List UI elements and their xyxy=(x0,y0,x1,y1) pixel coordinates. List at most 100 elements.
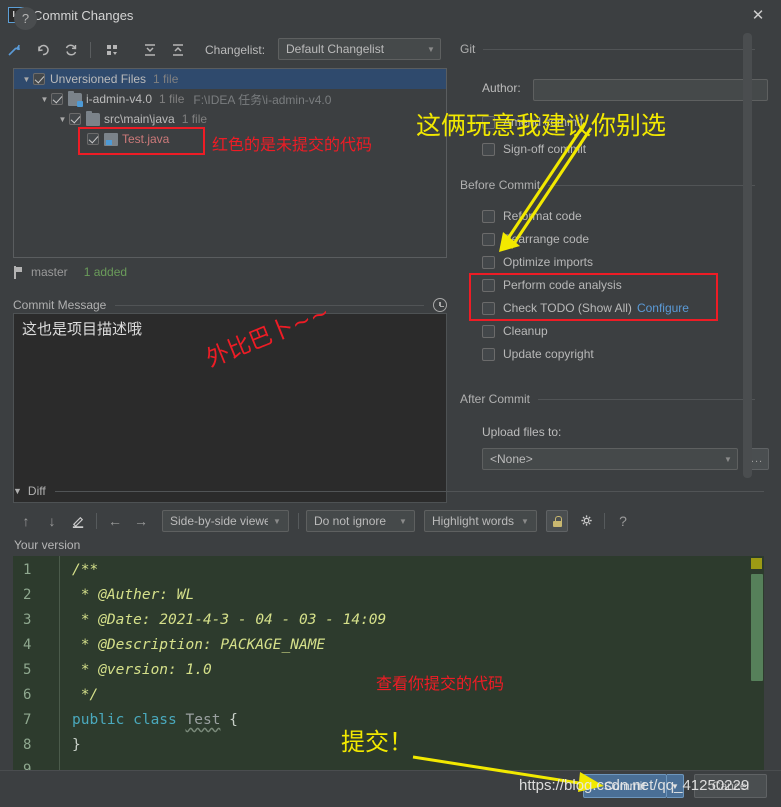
accept-right-icon[interactable]: → xyxy=(128,509,154,533)
commit-arrow-icon[interactable] xyxy=(2,38,28,62)
code-keyword: public class xyxy=(72,712,186,728)
amend-commit-row[interactable]: Amend commit xyxy=(482,113,583,131)
group-by-icon[interactable] xyxy=(99,38,125,62)
sign-off-commit-checkbox[interactable] xyxy=(482,142,495,156)
vcs-status-line: master 1 added xyxy=(13,262,447,282)
expand-all-icon[interactable] xyxy=(137,38,163,62)
line-number: 1 xyxy=(23,562,32,578)
line-number: 9 xyxy=(23,762,32,770)
highlight-mode-dropdown[interactable]: Highlight words ▼ xyxy=(424,510,537,532)
refresh-icon[interactable] xyxy=(58,38,84,62)
commit-message-input[interactable]: 这也是项目描述哦 xyxy=(13,313,447,503)
line-number: 8 xyxy=(23,737,32,753)
code-line: * @Description: PACKAGE_NAME xyxy=(72,633,764,658)
tree-row-checkbox[interactable] xyxy=(51,93,63,105)
tree-row-file-count: 1 file xyxy=(159,92,185,106)
highlight-mode-value: Highlight words xyxy=(432,514,515,528)
commit-options-pane: Git Author: Amend commit Sign-off commit… xyxy=(452,30,781,485)
diff-section-header[interactable]: ▼ Diff xyxy=(13,484,764,498)
before-commit-checkbox[interactable] xyxy=(482,232,495,246)
viewer-mode-dropdown[interactable]: Side-by-side viewer ▼ xyxy=(162,510,289,532)
highlight-box-before-commit-options xyxy=(469,273,718,321)
chevron-down-icon: ▼ xyxy=(13,486,22,496)
before-commit-option-row[interactable]: Optimize imports xyxy=(482,253,593,271)
watermark: https://blog.csdn.net/qq_41250229 xyxy=(519,777,750,794)
changes-tree[interactable]: ▼ Unversioned Files 1 file ▼ i-admin-v4.0 1 f… xyxy=(13,68,447,258)
diff-toolbar: ↑ ↓ ← → Side-by-side viewer ▼ Do not ign… xyxy=(13,508,753,534)
tree-row[interactable]: ▼ src\main\java 1 file xyxy=(14,109,446,129)
code-comment: * @Description: PACKAGE_NAME xyxy=(72,637,326,653)
before-commit-checkbox[interactable] xyxy=(482,324,495,338)
edit-icon[interactable] xyxy=(65,509,91,533)
before-commit-checkbox[interactable] xyxy=(482,209,495,223)
added-count: 1 added xyxy=(83,265,128,279)
gear-icon[interactable] xyxy=(574,509,600,533)
toolbar-separator xyxy=(90,42,91,58)
folder-icon xyxy=(68,90,83,107)
tree-twisty-icon[interactable]: ▼ xyxy=(20,75,33,84)
options-scrollbar[interactable] xyxy=(743,33,752,478)
author-field[interactable] xyxy=(533,79,768,101)
tree-twisty-icon[interactable]: ▼ xyxy=(38,95,51,104)
before-commit-option-label: Optimize imports xyxy=(503,255,594,269)
code-line: * @Date: 2021-4-3 - 04 - 03 - 14:09 xyxy=(72,608,764,633)
chevron-down-icon: ▼ xyxy=(427,44,435,54)
changelist-dropdown[interactable]: Default Changelist ▼ xyxy=(278,38,441,60)
scrollbar-thumb[interactable] xyxy=(751,574,763,681)
tree-row-checkbox[interactable] xyxy=(33,73,45,85)
before-commit-option-row[interactable]: Rearrange code xyxy=(482,230,589,248)
git-section-header: Git xyxy=(460,42,755,56)
amend-commit-checkbox[interactable] xyxy=(482,115,495,129)
warning-marker-icon[interactable] xyxy=(751,558,762,569)
code-line: */ xyxy=(72,683,764,708)
tree-twisty-icon[interactable]: ▼ xyxy=(56,115,69,124)
line-number: 5 xyxy=(23,662,32,678)
before-commit-checkbox[interactable] xyxy=(482,255,495,269)
upload-target-value: <None> xyxy=(490,452,533,466)
help-icon[interactable]: ? xyxy=(14,7,37,30)
ignore-mode-dropdown[interactable]: Do not ignore ▼ xyxy=(306,510,415,532)
commit-message-header: Commit Message xyxy=(13,298,447,312)
tree-row-checkbox[interactable] xyxy=(69,113,81,125)
previous-difference-icon[interactable]: ↑ xyxy=(13,509,39,533)
accept-left-icon[interactable]: ← xyxy=(102,509,128,533)
code-line: * @Auther: WL xyxy=(72,583,764,608)
chevron-down-icon: ▼ xyxy=(273,516,281,526)
close-icon[interactable]: ✕ xyxy=(735,0,781,30)
commit-changes-dialog: IJ Commit Changes ✕ Chang xyxy=(0,0,781,807)
upload-target-dropdown[interactable]: <None> ▼ xyxy=(482,448,738,470)
upload-files-label: Upload files to: xyxy=(482,425,562,439)
rollback-icon[interactable] xyxy=(30,38,56,62)
ignore-mode-value: Do not ignore xyxy=(314,514,387,528)
clock-history-icon[interactable] xyxy=(433,298,447,312)
line-number: 6 xyxy=(23,687,32,703)
author-label: Author: xyxy=(482,81,521,95)
diff-code-viewer[interactable]: 1 2 3 4 5 6 7 8 9 /** * @Auther: WL * @Date: 202… xyxy=(13,556,764,770)
tree-row[interactable]: ▼ Unversioned Files 1 file xyxy=(14,69,446,89)
code-line: public class Test { xyxy=(72,708,764,733)
line-number: 4 xyxy=(23,637,32,653)
changelist-value: Default Changelist xyxy=(286,42,385,56)
next-difference-icon[interactable]: ↓ xyxy=(39,509,65,533)
tree-row-file-count: 1 file xyxy=(153,72,179,86)
code-classname: Test xyxy=(185,712,221,728)
before-commit-option-row[interactable]: Reformat code xyxy=(482,207,582,225)
before-commit-option-label: Reformat code xyxy=(503,209,582,223)
code-scrollbar[interactable] xyxy=(750,556,764,770)
collapse-all-icon[interactable] xyxy=(165,38,191,62)
lock-icon[interactable] xyxy=(546,510,568,532)
code-comment: * @Auther: WL xyxy=(72,587,195,603)
diff-help-icon[interactable]: ? xyxy=(610,509,636,533)
chevron-down-icon: ▼ xyxy=(521,516,529,526)
toolbar-separator xyxy=(96,513,97,529)
before-commit-option-row[interactable]: Update copyright xyxy=(482,345,594,363)
tree-row[interactable]: ▼ i-admin-v4.0 1 file F:\IDEA 任务\i-admin-v4… xyxy=(14,89,446,109)
before-commit-checkbox[interactable] xyxy=(482,347,495,361)
sign-off-commit-row[interactable]: Sign-off commit xyxy=(482,140,586,158)
toolbar-separator xyxy=(604,513,605,529)
code-comment: * @Date: 2021-4-3 - 04 - 03 - 14:09 xyxy=(72,612,387,628)
code-content[interactable]: /** * @Auther: WL * @Date: 2021-4-3 - 04… xyxy=(60,556,764,770)
before-commit-option-row[interactable]: Cleanup xyxy=(482,322,548,340)
toolbar-separator xyxy=(298,513,299,529)
author-row: Author: xyxy=(482,81,521,95)
